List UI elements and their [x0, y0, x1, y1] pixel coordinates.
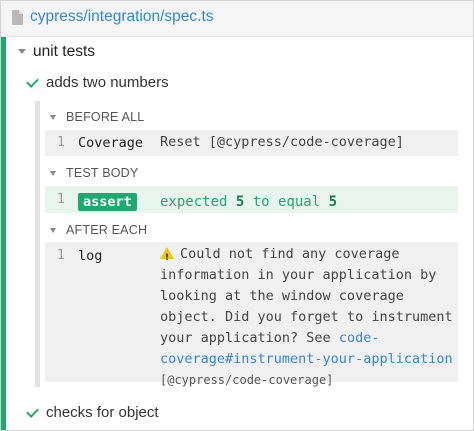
command-name: Coverage: [78, 135, 144, 151]
hook-title: TEST BODY: [66, 166, 139, 180]
assert-badge: assert: [78, 193, 137, 211]
passed-status-bar: [1, 37, 6, 430]
test-detail-bar: [35, 101, 40, 387]
spec-file-header: cypress/integration/spec.ts: [1, 1, 473, 37]
hook-title: AFTER EACH: [66, 223, 148, 237]
caret-down-icon: [50, 171, 56, 176]
coverage-docs-link[interactable]: coverage#instrument-your-application: [160, 351, 453, 367]
command-number: 1: [57, 192, 65, 207]
test-title: adds two numbers: [46, 74, 169, 91]
command-name: log: [78, 248, 103, 264]
caret-down-icon: [50, 228, 56, 233]
assert-message: expected 5 to equal 5: [160, 193, 337, 211]
check-icon: [26, 405, 39, 418]
assert-text: to equal: [244, 194, 329, 210]
hook-title: BEFORE ALL: [66, 110, 145, 124]
log-source: [@cypress/code-coverage]: [160, 373, 334, 387]
command-row[interactable]: 1 Coverage Reset [@cypress/code-coverage…: [45, 130, 458, 156]
assert-command-row[interactable]: 1 assert expected 5 to equal 5: [45, 186, 458, 213]
file-icon: [12, 10, 23, 25]
spec-file-link[interactable]: cypress/integration/spec.ts: [30, 8, 214, 26]
command-message: Reset [@cypress/code-coverage]: [160, 134, 404, 150]
log-command-row[interactable]: 1 log Could not find any coverageinforma…: [45, 242, 458, 387]
test-runner-panel: cypress/integration/spec.ts unit tests a…: [0, 0, 474, 431]
log-message: Could not find any coverageinformation i…: [160, 244, 453, 391]
check-icon: [26, 75, 39, 88]
caret-down-icon: [50, 115, 56, 120]
command-number: 1: [57, 135, 65, 150]
assert-text: expected: [160, 194, 236, 210]
caret-down-icon: [18, 49, 26, 54]
coverage-docs-link[interactable]: code-: [339, 330, 380, 346]
suite-title: unit tests: [33, 43, 96, 60]
warning-icon: [160, 247, 174, 269]
command-number: 1: [57, 248, 65, 263]
test-title: checks for object: [46, 404, 159, 421]
expected-value: 5: [328, 194, 338, 210]
